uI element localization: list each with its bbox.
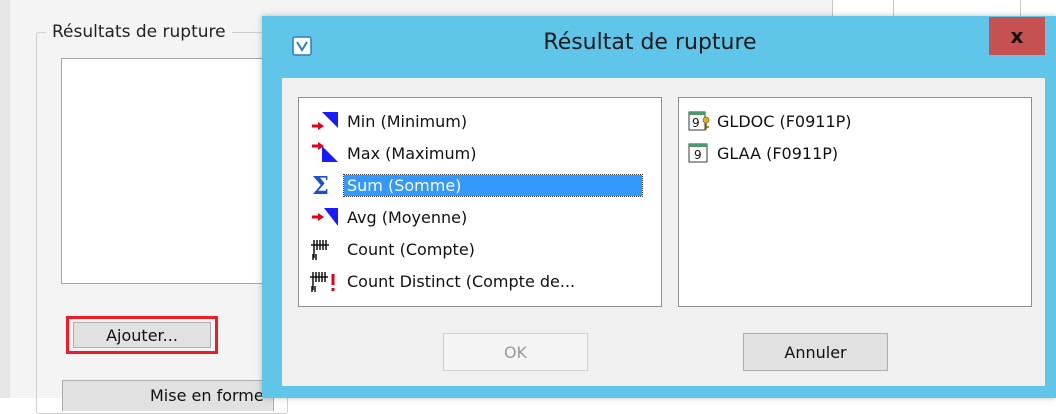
list-item[interactable]: 9 GLDOC (F0911P) — [688, 108, 855, 134]
results-group-title: Résultats de rupture — [46, 22, 232, 42]
list-item[interactable]: Min (Minimum) — [308, 108, 470, 134]
add-button[interactable]: Ajouter... — [73, 322, 211, 348]
close-button[interactable]: x — [989, 17, 1045, 55]
sum-icon: Σ — [308, 171, 344, 200]
item-label: Min (Minimum) — [347, 111, 468, 131]
max-icon — [308, 140, 344, 166]
list-item[interactable]: Count Distinct (Compte de... — [308, 268, 578, 294]
dialog-title: Résultat de rupture — [543, 30, 757, 55]
svg-text:Σ: Σ — [312, 172, 329, 198]
results-list[interactable] — [61, 58, 287, 284]
numeric-field-icon: 9 — [688, 140, 712, 166]
count-icon — [308, 236, 344, 262]
min-icon — [308, 108, 344, 134]
svg-text:9: 9 — [692, 116, 700, 130]
list-item-selected[interactable]: Σ Sum (Somme) — [308, 171, 643, 200]
left-border — [0, 0, 10, 398]
item-label: Count (Compte) — [347, 239, 475, 259]
list-item[interactable]: 9 GLAA (F0911P) — [688, 140, 841, 166]
list-item[interactable]: Avg (Moyenne) — [308, 204, 470, 230]
ok-button[interactable]: OK — [443, 333, 588, 371]
list-item[interactable]: Max (Maximum) — [308, 140, 479, 166]
item-label: GLAA (F0911P) — [717, 143, 839, 163]
count-distinct-icon — [308, 268, 344, 294]
avg-icon — [308, 204, 344, 230]
numeric-key-field-icon: 9 — [688, 108, 712, 134]
close-icon: x — [1010, 24, 1024, 48]
item-label: GLDOC (F0911P) — [717, 111, 852, 131]
app-icon — [292, 36, 312, 56]
item-label: Max (Maximum) — [347, 143, 477, 163]
add-button-highlight: Ajouter... — [66, 316, 218, 354]
item-label: Sum (Somme) — [343, 173, 643, 197]
item-label: Avg (Moyenne) — [347, 207, 468, 227]
svg-text:9: 9 — [694, 148, 702, 162]
cancel-button[interactable]: Annuler — [743, 333, 888, 371]
item-label: Count Distinct (Compte de... — [347, 271, 576, 291]
list-item[interactable]: Count (Compte) — [308, 236, 478, 262]
